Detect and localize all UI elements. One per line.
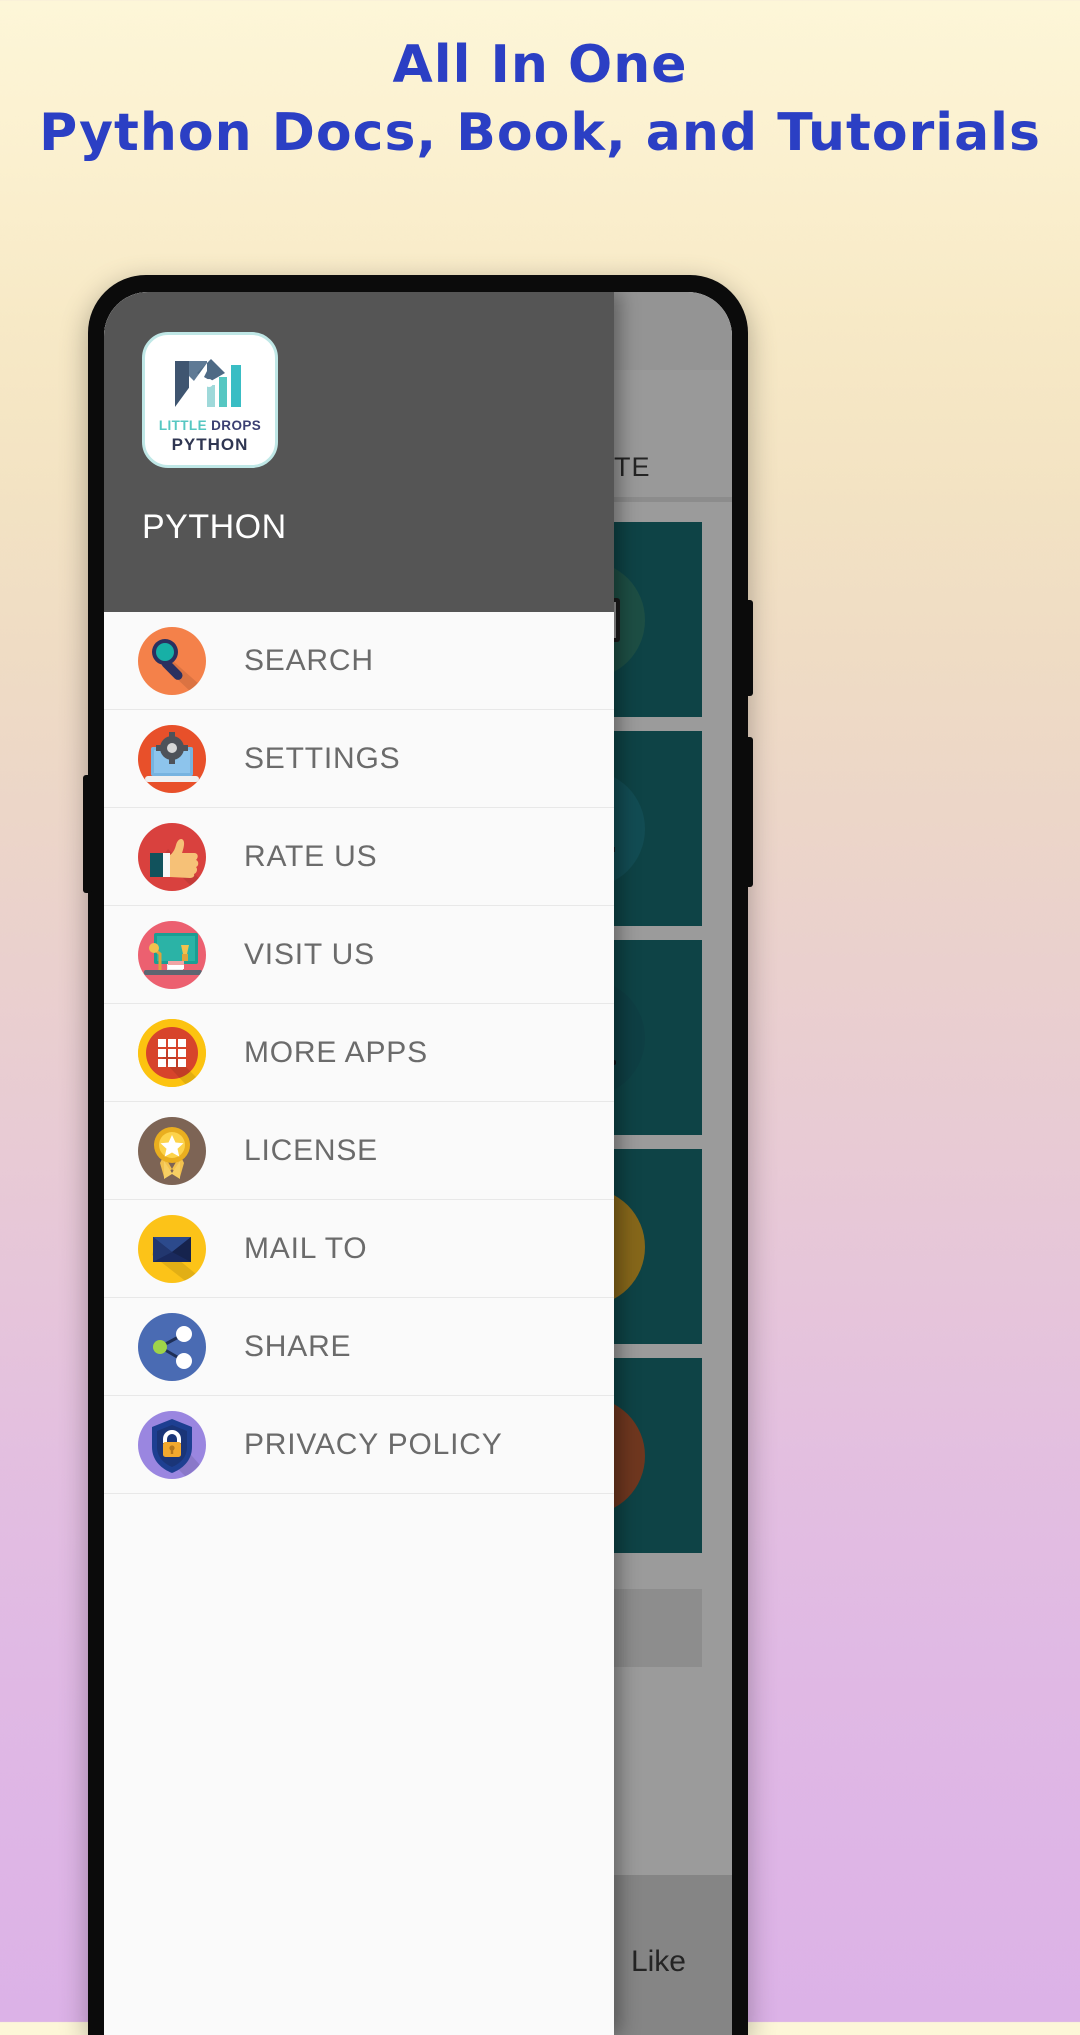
- menu-label: VISIT US: [244, 937, 375, 971]
- medal-glyph: [154, 1126, 190, 1179]
- settings-icon: [138, 724, 206, 793]
- search-icon: [138, 626, 206, 695]
- phone-screen: ❤ VOURITE: [104, 292, 732, 2035]
- grid-apps-icon: [138, 1018, 206, 1087]
- menu-label: PRIVACY POLICY: [244, 1427, 503, 1461]
- logo-drops-text: DROPS: [211, 418, 262, 433]
- menu-item-rate-us[interactable]: RATE US: [104, 808, 614, 906]
- drawer-header: LITTLE DROPS PYTHON PYTHON: [104, 292, 614, 612]
- menu-item-license[interactable]: LICENSE: [104, 1102, 614, 1200]
- drawer-app-name: PYTHON: [142, 508, 287, 546]
- menu-label: MORE APPS: [244, 1035, 428, 1069]
- menu-label: MAIL TO: [244, 1231, 368, 1265]
- share-glyph: [153, 1325, 192, 1369]
- little-drops-logo-mark: [175, 359, 241, 407]
- menu-item-share[interactable]: SHARE: [104, 1298, 614, 1396]
- menu-item-privacy-policy[interactable]: PRIVACY POLICY: [104, 1396, 614, 1494]
- phone-mockup: ❤ VOURITE: [83, 275, 753, 2035]
- phone-volume-button[interactable]: [83, 775, 92, 893]
- menu-label: SHARE: [244, 1329, 352, 1363]
- drawer-menu: SEARCH SETTINGS RATE US VISIT US MORE AP…: [104, 612, 614, 1494]
- phone-side-button[interactable]: [744, 737, 753, 887]
- menu-item-settings[interactable]: SETTINGS: [104, 710, 614, 808]
- menu-item-mail-to[interactable]: MAIL TO: [104, 1200, 614, 1298]
- thumbs-up-glyph: [150, 838, 204, 891]
- menu-label: RATE US: [244, 839, 378, 873]
- promo-line-2: Python Docs, Book, and Tutorials: [39, 103, 1041, 163]
- share-icon: [138, 1312, 206, 1381]
- app-logo: LITTLE DROPS PYTHON: [142, 332, 278, 468]
- menu-item-search[interactable]: SEARCH: [104, 612, 614, 710]
- phone-power-button[interactable]: [744, 600, 753, 696]
- grid-apps-glyph: [138, 1018, 206, 1087]
- promo-headline: All In One Python Docs, Book, and Tutori…: [0, 34, 1080, 164]
- menu-label: SEARCH: [244, 643, 374, 677]
- navigation-drawer: LITTLE DROPS PYTHON PYTHON SEARCH SETTIN…: [104, 292, 614, 2035]
- thumbs-up-icon: [138, 822, 206, 891]
- logo-line-2: PYTHON: [171, 435, 249, 454]
- logo-little-text: LITTLE: [158, 418, 207, 433]
- menu-label: SETTINGS: [244, 741, 401, 775]
- envelope-glyph: [152, 1236, 202, 1283]
- promo-line-1: All In One: [392, 35, 688, 95]
- settings-glyph: [145, 731, 199, 782]
- envelope-icon: [138, 1214, 206, 1283]
- menu-item-more-apps[interactable]: MORE APPS: [104, 1004, 614, 1102]
- medal-icon: [138, 1116, 206, 1185]
- desktop-glyph: [144, 932, 202, 975]
- search-glyph: [152, 638, 200, 693]
- shield-lock-glyph: [152, 1418, 200, 1477]
- logo-line-1: LITTLE DROPS: [159, 418, 261, 433]
- menu-item-visit-us[interactable]: VISIT US: [104, 906, 614, 1004]
- menu-label: LICENSE: [244, 1133, 378, 1167]
- desktop-icon: [138, 920, 206, 989]
- shield-lock-icon: [138, 1410, 206, 1479]
